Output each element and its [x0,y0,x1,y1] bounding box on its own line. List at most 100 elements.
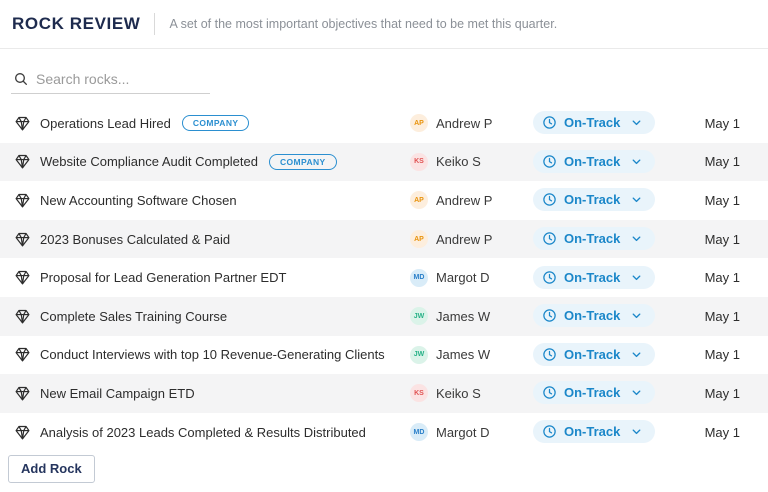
avatar: KS [410,384,428,402]
rock-owner: AP Andrew P [410,114,533,132]
status-column: On-Track [533,266,678,290]
rock-owner: JW James W [410,346,533,364]
status-label: On-Track [564,385,620,400]
status-dropdown[interactable]: On-Track [533,343,655,366]
rock-title: Conduct Interviews with top 10 Revenue-G… [40,347,385,362]
rock-row-left: Website Compliance Audit Completed COMPA… [14,153,410,170]
rock-row-left: Analysis of 2023 Leads Completed & Resul… [14,424,410,441]
owner-name: James W [436,347,490,362]
status-label: On-Track [564,270,620,285]
rock-title: Operations Lead Hired [40,116,171,131]
gem-icon [14,269,31,286]
rock-row-left: 2023 Bonuses Calculated & Paid [14,231,410,248]
status-label: On-Track [564,192,620,207]
status-dropdown[interactable]: On-Track [533,420,655,443]
status-column: On-Track [533,150,678,174]
chevron-down-icon [630,155,643,168]
rock-row: 2023 Bonuses Calculated & Paid AP Andrew… [0,220,768,259]
avatar: KS [410,153,428,171]
rock-row-left: Proposal for Lead Generation Partner EDT [14,269,410,286]
owner-name: Keiko S [436,154,481,169]
rock-row-left: Complete Sales Training Course [14,308,410,325]
header-divider [154,13,155,35]
rock-owner: MD Margot D [410,269,533,287]
rock-owner: MD Margot D [410,423,533,441]
gem-icon [14,115,31,132]
avatar: MD [410,423,428,441]
search-input[interactable] [36,71,201,87]
status-column: On-Track [533,227,678,251]
status-column: On-Track [533,188,678,212]
page-header: ROCK REVIEW A set of the most important … [0,0,768,49]
search-bar[interactable] [11,69,210,94]
status-dropdown[interactable]: On-Track [533,266,655,289]
status-column: On-Track [533,111,678,135]
gem-icon [14,385,31,402]
chevron-down-icon [630,348,643,361]
gem-icon [14,192,31,209]
chevron-down-icon [630,309,643,322]
add-rock-button[interactable]: Add Rock [8,455,95,483]
clock-icon [542,270,557,285]
rock-review-page: ROCK REVIEW A set of the most important … [0,0,768,492]
due-date: May 1 [678,386,740,401]
due-date: May 1 [678,154,740,169]
rock-row: Operations Lead Hired COMPANY AP Andrew … [0,104,768,143]
rock-list: Operations Lead Hired COMPANY AP Andrew … [0,104,768,451]
chevron-down-icon [630,116,643,129]
chevron-down-icon [630,232,643,245]
status-label: On-Track [564,115,620,130]
chevron-down-icon [630,193,643,206]
rock-title: Proposal for Lead Generation Partner EDT [40,270,286,285]
company-badge: COMPANY [269,154,337,170]
gem-icon [14,153,31,170]
due-date: May 1 [678,193,740,208]
rock-title: Complete Sales Training Course [40,309,227,324]
status-column: On-Track [533,343,678,367]
status-label: On-Track [564,347,620,362]
owner-name: Margot D [436,425,489,440]
page-title: ROCK REVIEW [12,14,140,34]
rock-row: New Accounting Software Chosen AP Andrew… [0,181,768,220]
owner-name: Andrew P [436,193,492,208]
status-dropdown[interactable]: On-Track [533,227,655,250]
status-dropdown[interactable]: On-Track [533,381,655,404]
owner-name: Keiko S [436,386,481,401]
search-icon [13,71,29,87]
rock-title: Analysis of 2023 Leads Completed & Resul… [40,425,366,440]
owner-name: Andrew P [436,116,492,131]
rock-title: Website Compliance Audit Completed [40,154,258,169]
avatar: JW [410,346,428,364]
status-label: On-Track [564,231,620,246]
rock-row-left: Conduct Interviews with top 10 Revenue-G… [14,346,410,363]
owner-name: James W [436,309,490,324]
clock-icon [542,192,557,207]
status-dropdown[interactable]: On-Track [533,304,655,327]
chevron-down-icon [630,386,643,399]
rock-row-left: New Accounting Software Chosen [14,192,410,209]
clock-icon [542,308,557,323]
gem-icon [14,231,31,248]
chevron-down-icon [630,271,643,284]
owner-name: Andrew P [436,232,492,247]
page-subtitle: A set of the most important objectives t… [169,17,557,31]
company-badge: COMPANY [182,115,250,131]
gem-icon [14,308,31,325]
gem-icon [14,424,31,441]
status-dropdown[interactable]: On-Track [533,111,655,134]
rock-title: New Accounting Software Chosen [40,193,237,208]
rock-row: Analysis of 2023 Leads Completed & Resul… [0,413,768,452]
clock-icon [542,424,557,439]
status-label: On-Track [564,154,620,169]
due-date: May 1 [678,270,740,285]
status-column: On-Track [533,304,678,328]
gem-icon [14,346,31,363]
avatar: AP [410,230,428,248]
rock-row: Proposal for Lead Generation Partner EDT… [0,258,768,297]
avatar: AP [410,191,428,209]
clock-icon [542,154,557,169]
status-dropdown[interactable]: On-Track [533,150,655,173]
status-column: On-Track [533,381,678,405]
rock-row-left: Operations Lead Hired COMPANY [14,115,410,132]
status-dropdown[interactable]: On-Track [533,188,655,211]
